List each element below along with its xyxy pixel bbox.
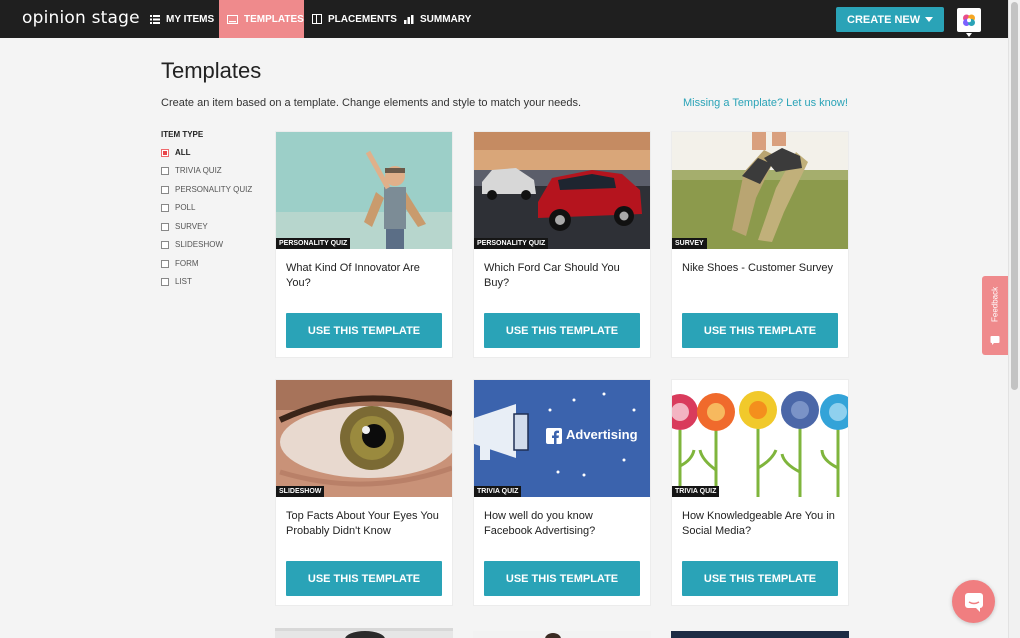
filter-list[interactable]: LIST <box>161 277 192 286</box>
template-thumbnail[interactable]: SLIDESHOW <box>276 380 452 497</box>
eye-closeup-image <box>276 380 452 497</box>
avatar-chevron-icon[interactable] <box>966 33 972 37</box>
list-icon <box>150 14 160 24</box>
template-thumbnail[interactable]: Advertising TRIVIA QUIZ <box>474 380 650 497</box>
nav-summary[interactable]: Summary <box>404 0 471 38</box>
template-card-partial[interactable] <box>473 628 651 638</box>
filter-heading: ITEM TYPE <box>161 130 204 139</box>
filter-trivia-quiz[interactable]: TRIVIA QUIZ <box>161 166 222 175</box>
template-thumbnail[interactable]: PERSONALITY QUIZ <box>474 132 650 249</box>
avatar[interactable] <box>957 8 981 32</box>
top-navigation-bar: opinion stage My Items Templates Placeme… <box>0 0 1008 38</box>
template-card-partial[interactable] <box>671 628 849 638</box>
filter-checkbox[interactable] <box>161 240 169 249</box>
filter-checkbox[interactable] <box>161 203 169 212</box>
filter-label: SLIDESHOW <box>175 240 224 249</box>
template-title: Top Facts About Your Eyes You Probably D… <box>286 510 439 537</box>
template-title: What Kind Of Innovator Are You? <box>286 262 420 289</box>
filter-label: POLL <box>175 203 196 212</box>
advertising-image-text: Advertising <box>566 427 638 442</box>
logo[interactable]: opinion stage <box>22 8 140 28</box>
filter-personality-quiz[interactable]: PERSONALITY QUIZ <box>161 185 252 194</box>
item-type-tag: SURVEY <box>672 238 707 249</box>
partial-thumbnail <box>473 631 651 638</box>
filter-checkbox[interactable] <box>161 166 169 175</box>
template-title: How Knowledgeable Are You in Social Medi… <box>682 510 835 537</box>
item-type-tag: PERSONALITY QUIZ <box>474 238 549 249</box>
feedback-label: Feedback <box>990 286 1000 322</box>
placement-icon <box>312 14 322 24</box>
use-template-button[interactable]: USE THIS TEMPLATE <box>484 561 640 596</box>
scrollbar-thumb[interactable] <box>1011 2 1018 390</box>
nav-templates[interactable]: Templates <box>219 0 304 38</box>
template-card[interactable]: TRIVIA QUIZ How Knowledgeable Are You in… <box>671 379 849 606</box>
filter-label: PERSONALITY QUIZ <box>175 185 253 194</box>
filter-label: TRIVIA QUIZ <box>175 166 222 175</box>
nav-my-items-label: My Items <box>166 13 215 25</box>
filter-label: FORM <box>175 259 199 268</box>
template-thumbnail[interactable]: SURVEY <box>672 132 848 249</box>
use-template-button[interactable]: USE THIS TEMPLATE <box>682 313 838 348</box>
chevron-down-icon <box>925 17 933 22</box>
template-thumbnail[interactable]: TRIVIA QUIZ <box>672 380 848 497</box>
filter-label: LIST <box>175 277 192 286</box>
nav-placements[interactable]: Placements <box>312 0 397 38</box>
item-type-tag: TRIVIA QUIZ <box>672 486 720 497</box>
template-icon <box>227 14 238 24</box>
page-subtitle: Create an item based on a template. Chan… <box>161 97 582 109</box>
template-thumbnail[interactable]: PERSONALITY QUIZ <box>276 132 452 249</box>
item-type-tag: PERSONALITY QUIZ <box>276 238 351 249</box>
template-title: How well do you know Facebook Advertisin… <box>484 510 596 537</box>
filter-checkbox[interactable] <box>161 222 169 231</box>
filter-checkbox[interactable] <box>161 148 169 157</box>
filter-poll[interactable]: POLL <box>161 203 195 212</box>
filter-label: ALL <box>175 148 191 157</box>
child-aviator-image <box>276 132 452 249</box>
feedback-icon <box>990 336 1000 345</box>
partial-thumbnail <box>275 631 453 638</box>
facebook-icon <box>546 428 562 444</box>
filter-all[interactable]: ALL <box>161 148 191 157</box>
template-title: Nike Shoes - Customer Survey <box>682 262 833 274</box>
bar-chart-icon <box>404 14 414 24</box>
filter-checkbox[interactable] <box>161 259 169 268</box>
social-flowers-image <box>672 380 848 497</box>
filter-label: SURVEY <box>175 222 208 231</box>
use-template-button[interactable]: USE THIS TEMPLATE <box>484 313 640 348</box>
item-type-tag: TRIVIA QUIZ <box>474 486 522 497</box>
item-type-tag: SLIDESHOW <box>276 486 325 497</box>
filter-survey[interactable]: SURVEY <box>161 222 208 231</box>
create-new-button[interactable]: CREATE NEW <box>836 7 944 32</box>
filter-checkbox[interactable] <box>161 277 169 286</box>
template-card[interactable]: PERSONALITY QUIZ What Kind Of Innovator … <box>275 131 453 358</box>
red-car-image <box>474 132 650 249</box>
missing-template-link[interactable]: Missing a Template? Let us know! <box>683 97 848 109</box>
page-title: Templates <box>161 58 262 83</box>
template-title: Which Ford Car Should You Buy? <box>484 262 620 289</box>
template-card-partial[interactable] <box>275 628 453 638</box>
use-template-button[interactable]: USE THIS TEMPLATE <box>286 313 442 348</box>
nav-summary-label: Summary <box>420 13 472 25</box>
filter-form[interactable]: FORM <box>161 259 199 268</box>
filter-slideshow[interactable]: SLIDESHOW <box>161 240 223 249</box>
template-card[interactable]: SLIDESHOW Top Facts About Your Eyes You … <box>275 379 453 606</box>
filter-checkbox[interactable] <box>161 185 169 194</box>
nav-my-items[interactable]: My Items <box>148 0 216 38</box>
sneakers-image <box>672 132 848 249</box>
nav-templates-label: Templates <box>244 13 304 25</box>
feedback-tab[interactable]: Feedback <box>982 276 1008 355</box>
template-card[interactable]: PERSONALITY QUIZ Which Ford Car Should Y… <box>473 131 651 358</box>
use-template-button[interactable]: USE THIS TEMPLATE <box>286 561 442 596</box>
nav-placements-label: Placements <box>328 13 397 25</box>
partial-thumbnail <box>671 631 849 638</box>
create-new-label: CREATE NEW <box>847 13 921 26</box>
chat-icon <box>964 592 983 612</box>
avatar-logo-icon <box>963 14 975 26</box>
template-card[interactable]: Advertising TRIVIA QUIZ How well do you … <box>473 379 651 606</box>
use-template-button[interactable]: USE THIS TEMPLATE <box>682 561 838 596</box>
template-card[interactable]: SURVEY Nike Shoes - Customer Survey USE … <box>671 131 849 358</box>
chat-button[interactable] <box>952 580 995 623</box>
